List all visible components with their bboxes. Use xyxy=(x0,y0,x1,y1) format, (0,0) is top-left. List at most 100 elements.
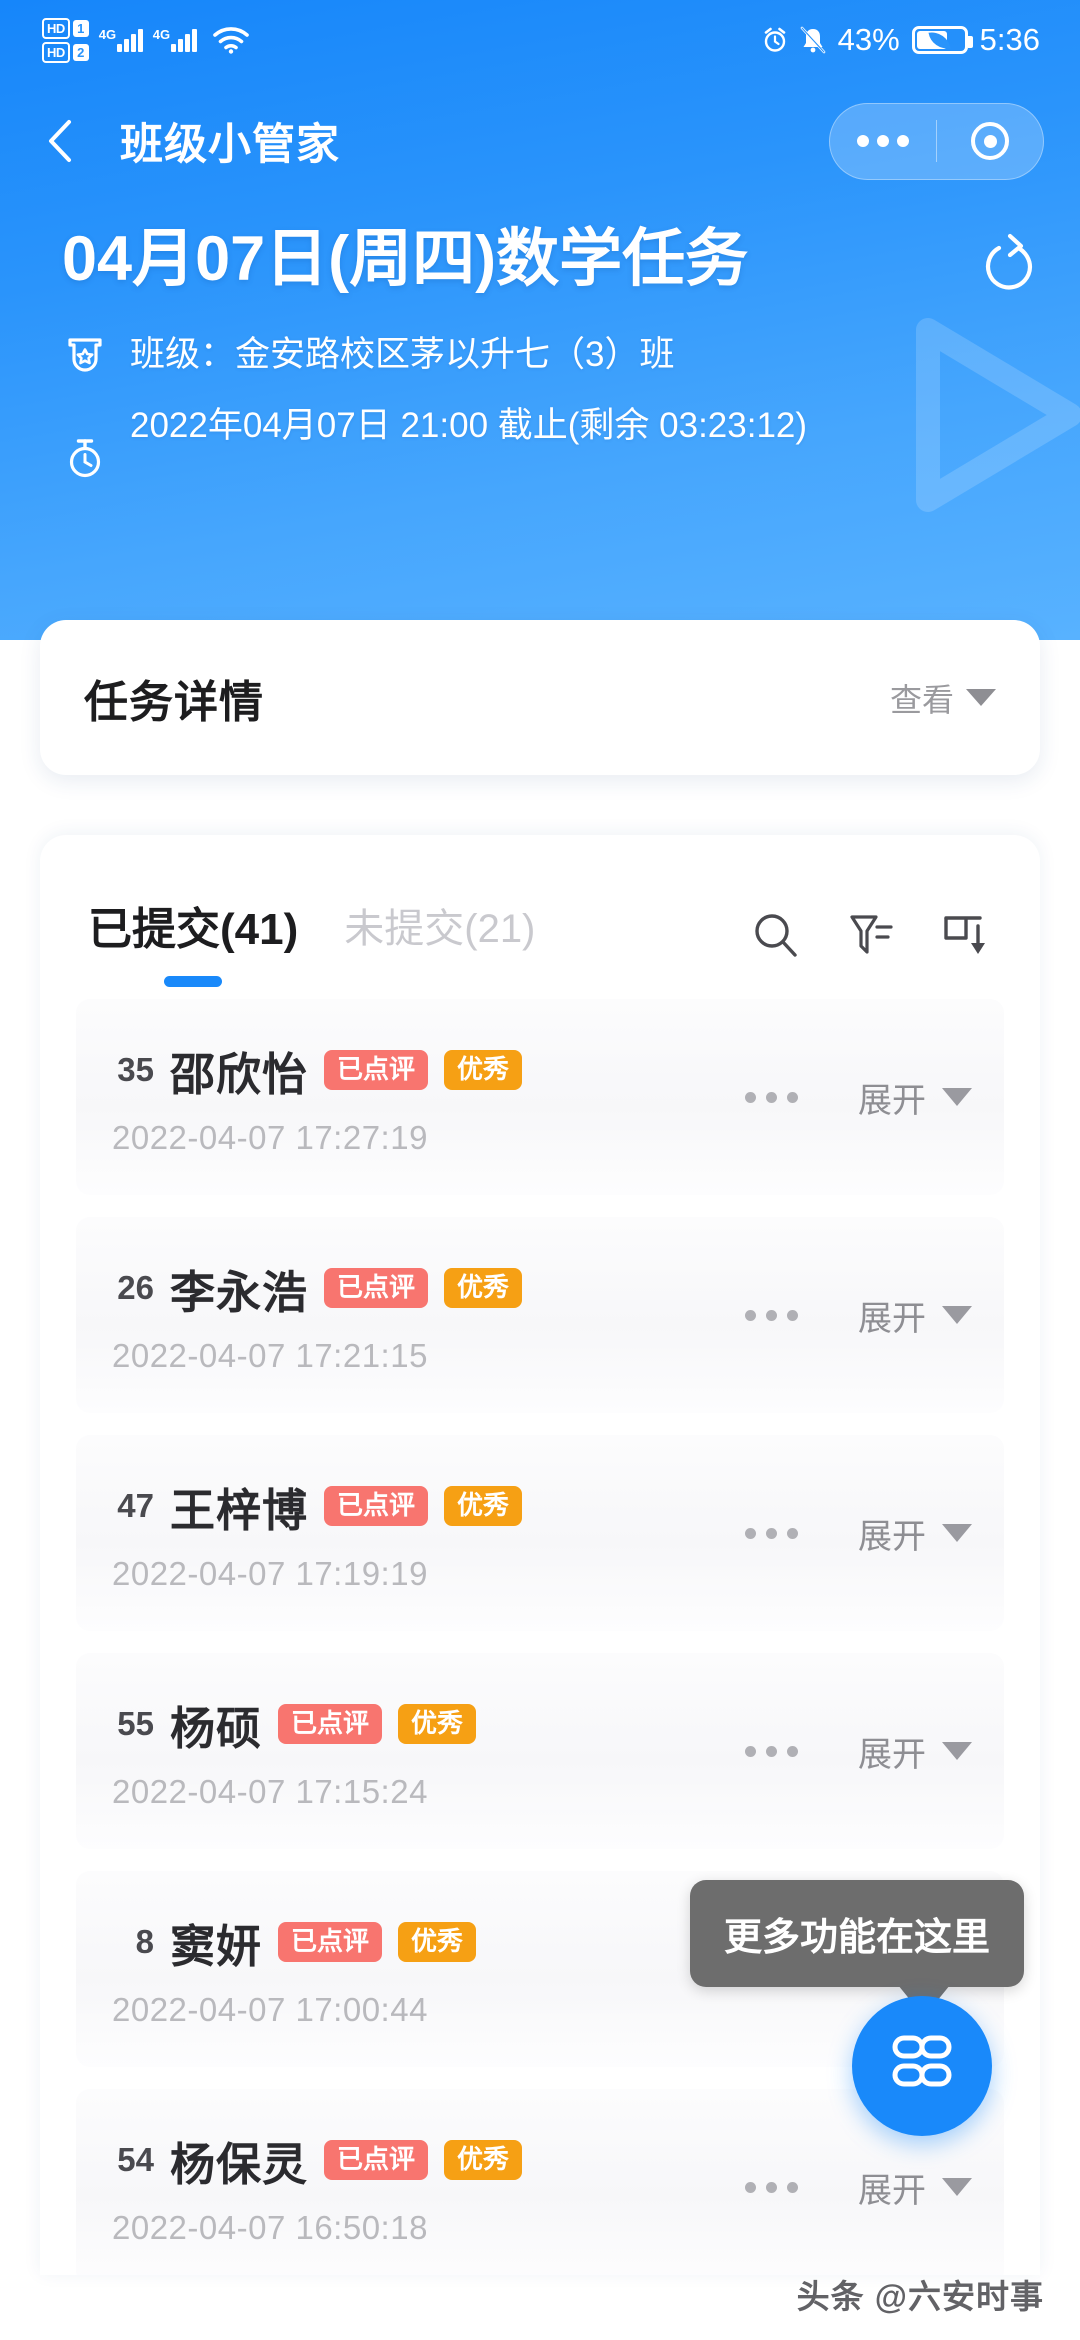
clock-time: 5:36 xyxy=(979,22,1040,57)
row-expand-button[interactable]: 展开 xyxy=(858,1291,972,1340)
student-number: 55 xyxy=(117,1705,154,1742)
row-expand-label: 展开 xyxy=(858,1517,926,1556)
student-number: 54 xyxy=(117,2141,154,2178)
share-icon[interactable] xyxy=(978,232,1040,294)
table-row[interactable]: 47 王梓博 已点评 优秀 2022-04-07 17:19:19 展开 xyxy=(76,1435,1004,1631)
status-bar-right: 43% 5:36 xyxy=(762,22,1040,58)
bell-muted-icon xyxy=(800,26,825,54)
chevron-down-icon xyxy=(942,1524,972,1542)
chevron-down-icon xyxy=(942,1742,972,1760)
hero-header: HD 1 HD 2 4G 4G 43% 5:36 班级小管家 04月07日(周四… xyxy=(0,0,1080,640)
row-expand-button[interactable]: 展开 xyxy=(858,1073,972,1122)
battery-percent-label: 43% xyxy=(837,22,900,57)
student-name: 李永浩 xyxy=(170,1266,309,1318)
miniprogram-capsule xyxy=(829,102,1044,180)
row-more-icon[interactable] xyxy=(745,1091,798,1103)
submit-time: 2022-04-07 16:50:18 xyxy=(112,2208,428,2246)
status-badge-excellent: 优秀 xyxy=(444,2140,523,2180)
status-badge-excellent: 优秀 xyxy=(444,1268,523,1308)
wifi-icon xyxy=(212,27,249,54)
row-more-icon[interactable] xyxy=(745,2181,798,2193)
row-content: 55 杨硕 已点评 优秀 2022-04-07 17:15:24 xyxy=(110,1692,477,1811)
sort-icon[interactable] xyxy=(940,910,992,962)
row-headline: 35 邵欣怡 已点评 优秀 xyxy=(110,1038,523,1103)
submit-time: 2022-04-07 17:15:24 xyxy=(112,1772,428,1810)
task-detail-toggle-label: 查看 xyxy=(889,681,954,718)
task-detail-toggle[interactable]: 查看 xyxy=(890,675,996,721)
row-headline: 47 王梓博 已点评 优秀 xyxy=(110,1474,523,1539)
row-expand-label: 展开 xyxy=(858,1081,926,1120)
row-actions: 展开 xyxy=(745,1727,972,1776)
watermark: 头条 @六安时事 xyxy=(796,2278,1044,2315)
table-row[interactable]: 54 杨保灵 已点评 优秀 2022-04-07 16:50:18 展开 xyxy=(76,2089,1004,2275)
row-headline: 8 窦妍 已点评 优秀 xyxy=(110,1910,477,1975)
row-actions: 展开 xyxy=(745,2163,972,2212)
table-row[interactable]: 35 邵欣怡 已点评 优秀 2022-04-07 17:27:19 展开 xyxy=(76,999,1004,1195)
page-title: 班级小管家 xyxy=(120,121,340,169)
submit-time: 2022-04-07 17:27:19 xyxy=(112,1118,428,1156)
chevron-down-icon xyxy=(942,1306,972,1324)
hd-label-1: HD xyxy=(42,17,70,39)
status-badge-excellent: 优秀 xyxy=(444,1486,523,1526)
task-title: 04月07日(周四)数学任务 xyxy=(62,224,749,294)
task-detail-card[interactable]: 任务详情 查看 xyxy=(40,620,1040,775)
row-expand-button[interactable]: 展开 xyxy=(858,2163,972,2212)
row-expand-label: 展开 xyxy=(858,1735,926,1774)
list-action-icons xyxy=(750,910,992,962)
filter-icon[interactable] xyxy=(846,910,896,962)
tab-submitted[interactable]: 已提交(41) xyxy=(88,893,298,979)
signal-icon-1: 4G xyxy=(99,27,143,52)
signal-icon-2: 4G xyxy=(153,27,197,52)
student-number: 47 xyxy=(117,1487,154,1524)
battery-saver-icon xyxy=(911,26,973,54)
status-badge-excellent: 优秀 xyxy=(398,1922,477,1962)
row-more-icon[interactable] xyxy=(745,1309,798,1321)
status-badge-reviewed: 已点评 xyxy=(324,1268,429,1308)
row-content: 47 王梓博 已点评 优秀 2022-04-07 17:19:19 xyxy=(110,1474,523,1593)
search-icon[interactable] xyxy=(750,910,802,962)
more-dots-icon xyxy=(857,135,909,147)
student-name: 王梓博 xyxy=(170,1484,309,1536)
row-content: 8 窦妍 已点评 优秀 2022-04-07 17:00:44 xyxy=(110,1910,477,2029)
status-badge-excellent: 优秀 xyxy=(398,1704,477,1744)
row-expand-button[interactable]: 展开 xyxy=(858,1509,972,1558)
row-actions: 展开 xyxy=(745,1073,972,1122)
submit-time: 2022-04-07 17:21:15 xyxy=(112,1336,428,1374)
capsule-menu-button[interactable] xyxy=(830,104,936,179)
row-more-icon[interactable] xyxy=(745,1745,798,1757)
row-content: 26 李永浩 已点评 优秀 2022-04-07 17:21:15 xyxy=(110,1256,523,1375)
student-number: 26 xyxy=(117,1269,154,1306)
task-detail-title: 任务详情 xyxy=(84,677,264,727)
status-badge-excellent: 优秀 xyxy=(444,1050,523,1090)
submit-time: 2022-04-07 17:00:44 xyxy=(112,1990,428,2028)
hero-body: 04月07日(周四)数学任务 班级：金安路校区茅以升七（3）班 2022年04月… xyxy=(62,224,1040,481)
app-root: HD 1 HD 2 4G 4G 43% 5:36 班级小管家 04月07日(周四… xyxy=(0,0,1080,2340)
status-badge-reviewed: 已点评 xyxy=(278,1704,383,1744)
student-name: 窦妍 xyxy=(170,1920,263,1972)
student-name: 杨保灵 xyxy=(170,2138,309,2190)
sim-number-1: 1 xyxy=(72,19,89,37)
dual-sim-indicator: HD 1 HD 2 xyxy=(42,17,89,63)
row-headline: 26 李永浩 已点评 优秀 xyxy=(110,1256,523,1321)
status-badge-reviewed: 已点评 xyxy=(324,1486,429,1526)
status-badge-reviewed: 已点评 xyxy=(324,2140,429,2180)
navigation-bar: 班级小管家 xyxy=(0,86,1080,196)
table-row[interactable]: 26 李永浩 已点评 优秀 2022-04-07 17:21:15 展开 xyxy=(76,1217,1004,1413)
back-chevron-icon[interactable] xyxy=(44,118,78,164)
table-row[interactable]: 55 杨硕 已点评 优秀 2022-04-07 17:15:24 展开 xyxy=(76,1653,1004,1849)
status-bar: HD 1 HD 2 4G 4G 43% 5:36 xyxy=(0,0,1080,80)
row-headline: 54 杨保灵 已点评 优秀 xyxy=(110,2128,523,2193)
capsule-close-button[interactable] xyxy=(937,104,1043,179)
more-features-fab[interactable] xyxy=(852,1996,992,2136)
student-number: 35 xyxy=(117,1051,154,1088)
row-more-icon[interactable] xyxy=(745,1527,798,1539)
row-expand-button[interactable]: 展开 xyxy=(858,1727,972,1776)
status-badge-reviewed: 已点评 xyxy=(278,1922,383,1962)
deadline-info-text: 2022年04月07日 21:00 截止(剩余 03:23:12) xyxy=(130,406,808,446)
hd-label-2: HD xyxy=(42,41,70,63)
clover-grid-icon xyxy=(892,2035,952,2087)
student-name: 杨硕 xyxy=(170,1702,263,1754)
row-expand-label: 展开 xyxy=(858,1299,926,1338)
stopwatch-icon xyxy=(69,439,101,478)
tab-unsubmitted[interactable]: 未提交(21) xyxy=(344,896,535,976)
